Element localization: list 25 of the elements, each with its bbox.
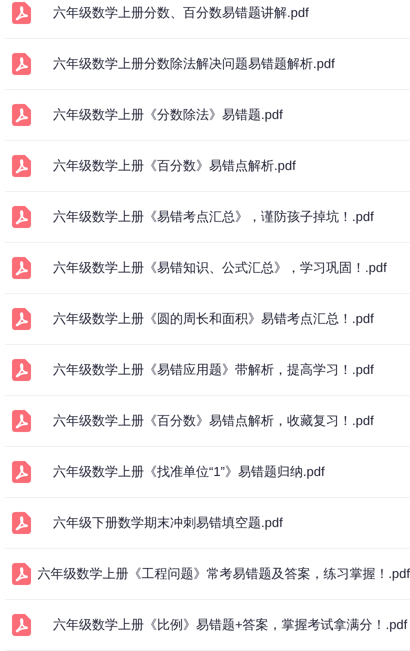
pdf-file-icon <box>12 614 31 636</box>
file-name[interactable]: 六年级数学上册《分数除法》易错题.pdf <box>53 105 283 125</box>
file-name[interactable]: 六年级数学上册《易错知识、公式汇总》，学习巩固！.pdf <box>53 258 387 278</box>
pdf-file-icon <box>12 512 31 534</box>
pdf-file-icon <box>12 308 31 330</box>
file-name[interactable]: 六年级数学上册《找准单位“1”》易错题归纳.pdf <box>53 462 325 482</box>
pdf-file-icon <box>12 359 31 381</box>
file-name[interactable]: 六年级数学上册《工程问题》常考易错题及答案，练习掌握！.pdf <box>37 564 410 584</box>
file-name[interactable]: 六年级数学上册《百分数》易错点解析.pdf <box>53 156 296 176</box>
file-name[interactable]: 六年级数学上册分数、百分数易错题讲解.pdf <box>53 3 309 23</box>
pdf-file-icon <box>12 53 31 75</box>
pdf-file-icon <box>12 410 31 432</box>
pdf-file-icon <box>12 155 31 177</box>
file-name[interactable]: 六年级数学上册分数除法解决问题易错题解析.pdf <box>53 54 335 74</box>
file-name[interactable]: 六年级数学上册《圆的周长和面积》易错考点汇总！.pdf <box>53 309 374 329</box>
file-name[interactable]: 六年级数学上册《百分数》易错点解析，收藏复习！.pdf <box>53 411 374 431</box>
pdf-file-icon <box>12 104 31 126</box>
pdf-file-icon <box>12 461 31 483</box>
file-name[interactable]: 六年级数学上册《比例》易错题+答案，掌握考试拿满分！.pdf <box>53 615 408 635</box>
pdf-file-icon <box>12 563 31 585</box>
pdf-file-icon <box>12 257 31 279</box>
file-name[interactable]: 六年级数学上册《易错考点汇总》，谨防孩子掉坑！.pdf <box>53 207 374 227</box>
file-name[interactable]: 六年级数学上册《易错应用题》带解析，提高学习！.pdf <box>53 360 374 380</box>
pdf-file-icon <box>12 206 31 228</box>
file-name[interactable]: 六年级下册数学期末冲刺易错填空题.pdf <box>53 513 283 533</box>
